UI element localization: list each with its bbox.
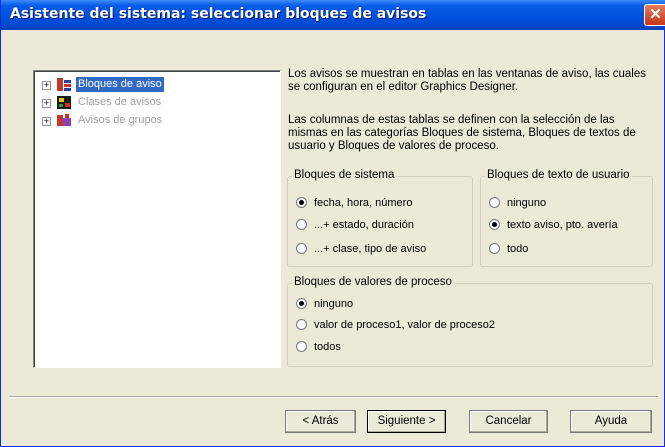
window-title: Asistente del sistema: seleccionar bloqu… bbox=[10, 6, 427, 22]
expand-icon[interactable]: + bbox=[42, 81, 51, 90]
close-icon: ✕ bbox=[649, 6, 662, 23]
title-bar[interactable]: Asistente del sistema: seleccionar bloqu… bbox=[1, 0, 665, 30]
process-value-blocks-group: Bloques de valores de proceso ninguno va… bbox=[287, 276, 653, 367]
radio-label: todos bbox=[314, 341, 341, 353]
radio-button[interactable] bbox=[489, 219, 500, 230]
radio-label: ...+ clase, tipo de aviso bbox=[314, 243, 427, 255]
help-button[interactable]: Ayuda bbox=[570, 410, 652, 433]
next-button[interactable]: Siguiente > bbox=[367, 410, 446, 433]
description-paragraph-1: Los avisos se muestran en tablas en las … bbox=[288, 68, 646, 93]
cancel-button[interactable]: Cancelar bbox=[469, 410, 548, 433]
message-classes-icon bbox=[57, 96, 71, 109]
radio-button[interactable] bbox=[489, 197, 500, 208]
radio-label: valor de proceso1, valor de proceso2 bbox=[314, 319, 495, 331]
description-paragraph-2: Las columnas de estas tablas se definen … bbox=[288, 114, 636, 152]
group-title: Bloques de texto de usuario bbox=[485, 169, 632, 181]
user-text-blocks-group: Bloques de texto de usuario ninguno text… bbox=[480, 169, 653, 267]
radio-button[interactable] bbox=[489, 243, 500, 254]
tree-view[interactable]: + Bloques de aviso + Clases de avisos + bbox=[33, 70, 281, 368]
radio-label: todo bbox=[507, 243, 529, 255]
tree-item-label: Avisos de grupos bbox=[78, 114, 163, 126]
radio-button[interactable] bbox=[296, 197, 307, 208]
system-blocks-group: Bloques de sistema fecha, hora, número .… bbox=[287, 169, 473, 267]
group-messages-icon bbox=[57, 114, 71, 126]
tree-item-label: Clases de avisos bbox=[78, 96, 162, 108]
dialog-window: Asistente del sistema: seleccionar bloqu… bbox=[0, 0, 665, 447]
tree-item-label: Bloques de aviso bbox=[76, 77, 164, 92]
radio-label: ninguno bbox=[314, 298, 354, 310]
back-button[interactable]: < Atrás bbox=[285, 410, 356, 433]
expand-icon[interactable]: + bbox=[42, 99, 51, 108]
radio-label: texto aviso, pto. avería bbox=[507, 219, 618, 231]
group-title: Bloques de sistema bbox=[292, 169, 397, 181]
radio-button[interactable] bbox=[296, 298, 307, 309]
message-blocks-icon bbox=[57, 78, 71, 91]
expand-icon[interactable]: + bbox=[42, 117, 51, 126]
separator bbox=[9, 396, 658, 398]
group-title: Bloques de valores de proceso bbox=[292, 276, 454, 288]
radio-label: fecha, hora, número bbox=[314, 197, 413, 209]
radio-button[interactable] bbox=[296, 341, 307, 352]
radio-button[interactable] bbox=[296, 243, 307, 254]
radio-label: ...+ estado, duración bbox=[314, 219, 414, 231]
radio-button[interactable] bbox=[296, 319, 307, 330]
radio-button[interactable] bbox=[296, 219, 307, 230]
radio-label: ninguno bbox=[507, 197, 547, 209]
close-button[interactable]: ✕ bbox=[644, 4, 665, 26]
